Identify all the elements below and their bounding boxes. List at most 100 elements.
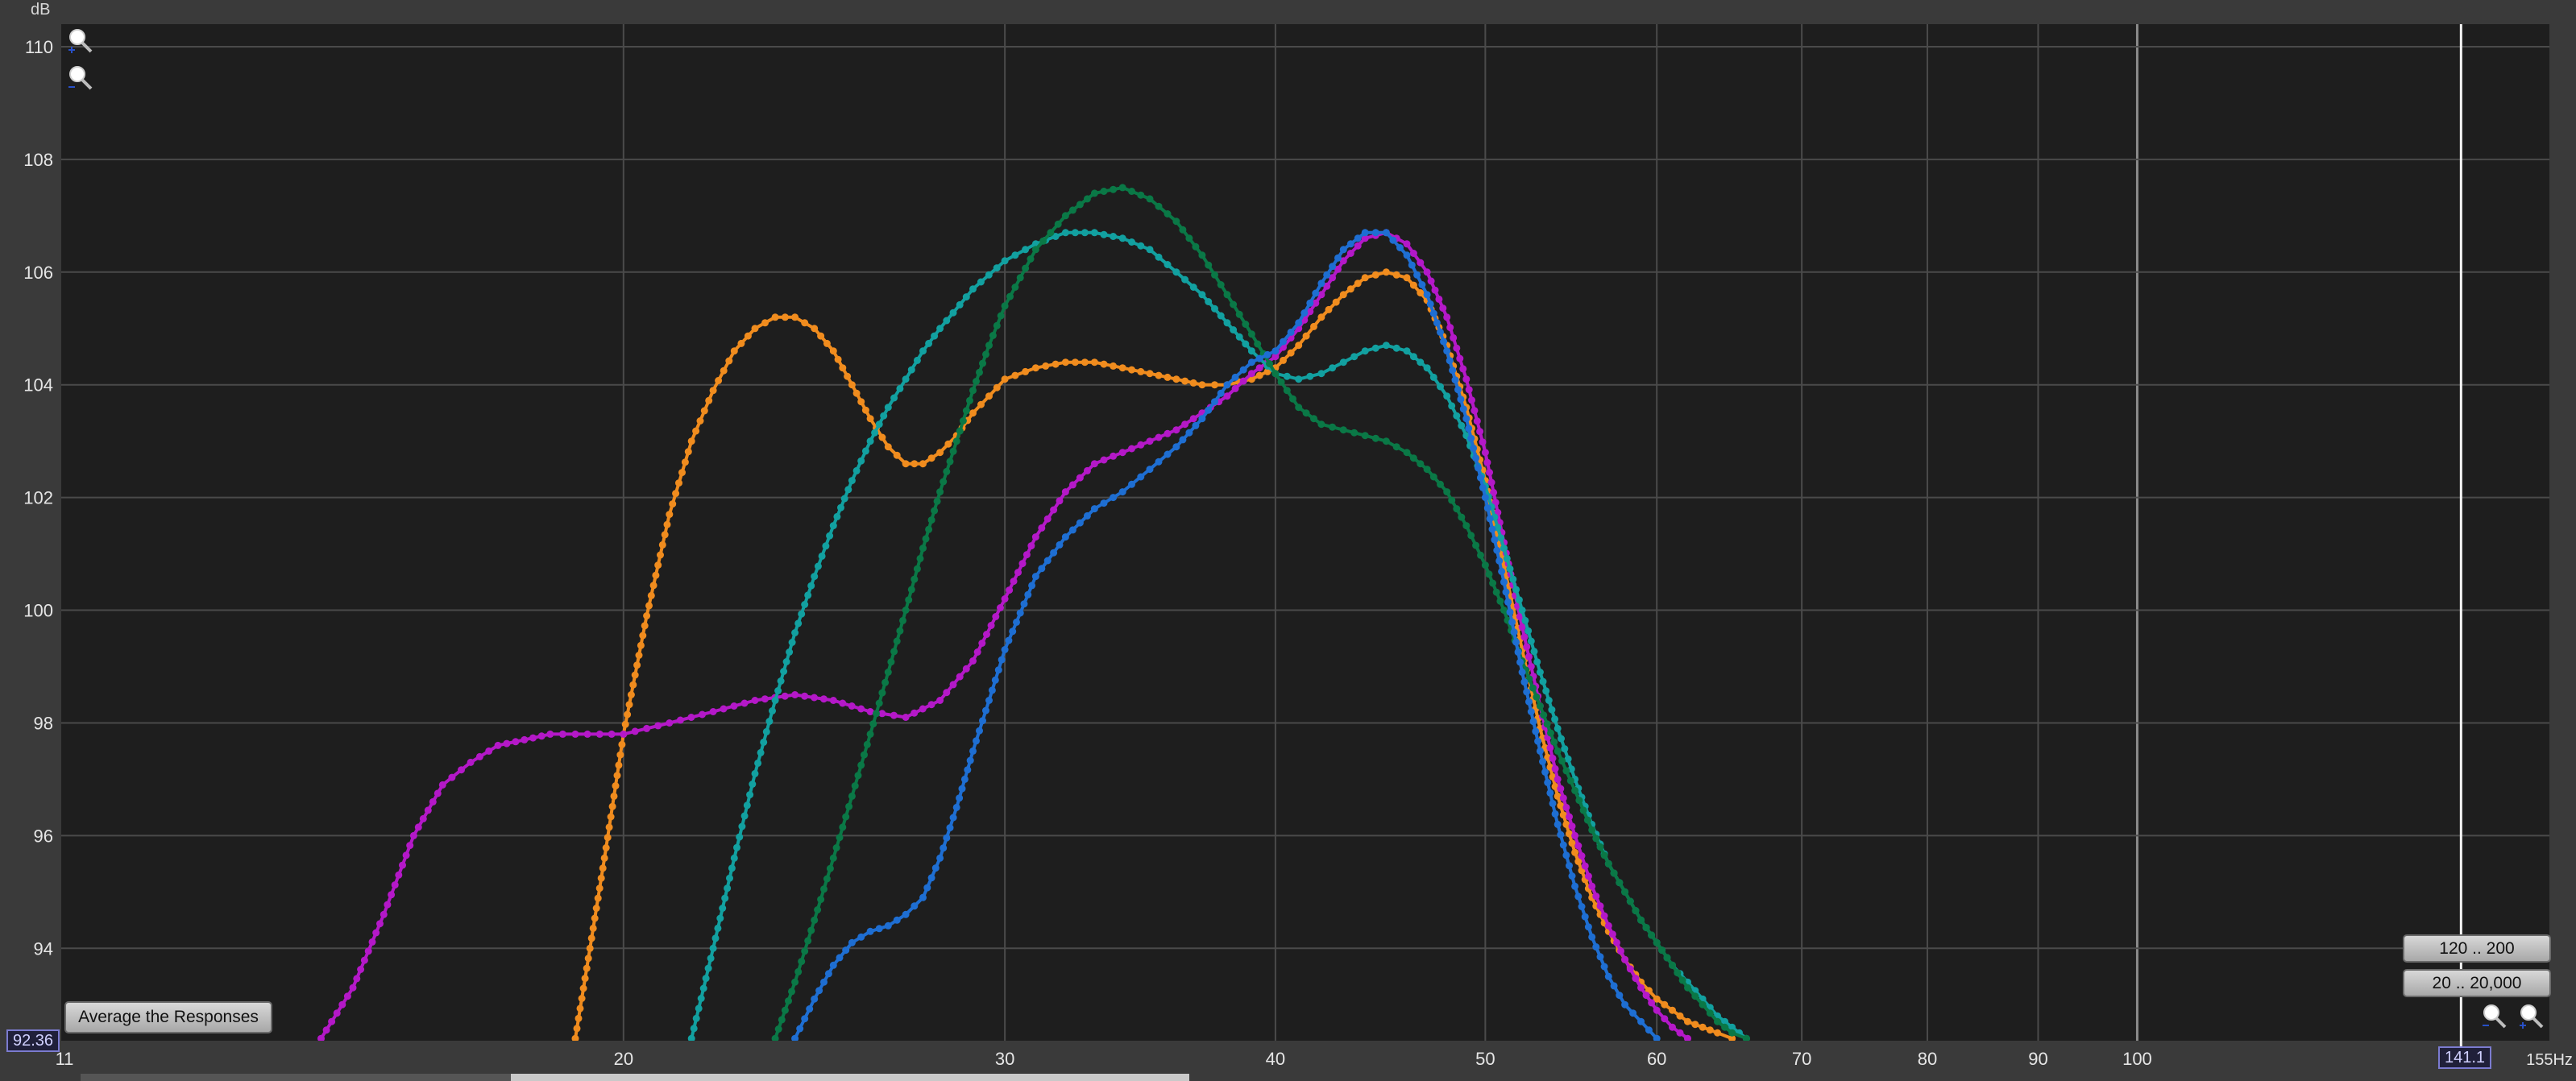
data-point bbox=[982, 350, 989, 358]
frequency-response-chart[interactable]: 11 20 30 40 50 60 70 80 90 100 155Hz94969810010210… bbox=[0, 0, 2576, 1081]
data-point bbox=[1090, 505, 1098, 513]
data-point bbox=[982, 706, 989, 714]
data-point bbox=[1604, 972, 1612, 980]
data-point bbox=[1706, 1009, 1714, 1017]
data-point bbox=[1470, 444, 1478, 452]
data-point bbox=[1418, 281, 1426, 288]
y-tick-label: 102 bbox=[23, 488, 53, 508]
data-point bbox=[1317, 280, 1325, 288]
data-point bbox=[1616, 992, 1624, 1000]
data-point bbox=[1001, 302, 1009, 310]
data-point bbox=[746, 791, 754, 799]
data-point bbox=[791, 691, 799, 698]
data-point bbox=[893, 916, 901, 924]
data-point bbox=[956, 673, 964, 681]
data-point bbox=[902, 910, 910, 918]
data-point bbox=[771, 313, 779, 321]
data-point bbox=[1500, 578, 1508, 586]
data-point bbox=[1043, 557, 1052, 565]
zoom-out-icon[interactable] bbox=[66, 64, 93, 92]
data-point bbox=[997, 312, 1005, 320]
horizontal-scrollbar-thumb[interactable] bbox=[511, 1074, 1189, 1081]
data-point bbox=[643, 612, 651, 619]
data-point bbox=[1481, 561, 1489, 569]
data-point bbox=[1574, 893, 1583, 901]
data-point bbox=[1583, 816, 1591, 824]
data-point bbox=[388, 891, 396, 899]
data-point bbox=[1626, 965, 1634, 973]
data-point bbox=[757, 748, 765, 756]
data-point bbox=[818, 552, 826, 560]
data-point bbox=[973, 648, 981, 656]
data-point bbox=[1155, 253, 1163, 261]
data-point bbox=[1571, 848, 1579, 856]
data-point bbox=[829, 854, 837, 862]
data-point bbox=[641, 622, 649, 630]
data-point bbox=[475, 752, 483, 760]
data-point bbox=[1568, 839, 1576, 847]
data-point bbox=[1300, 309, 1309, 317]
data-point bbox=[1653, 1006, 1661, 1014]
y-min-readout[interactable]: 92.36 bbox=[6, 1029, 60, 1052]
data-point bbox=[1506, 565, 1514, 573]
data-point bbox=[801, 319, 809, 327]
data-point bbox=[811, 916, 819, 924]
data-point bbox=[956, 300, 964, 309]
data-point bbox=[1561, 745, 1569, 753]
data-point bbox=[919, 460, 927, 468]
data-point bbox=[1223, 381, 1231, 389]
data-point bbox=[1128, 238, 1135, 246]
data-point bbox=[666, 511, 674, 519]
data-point bbox=[839, 364, 847, 372]
data-point bbox=[1467, 434, 1475, 442]
data-point bbox=[419, 814, 427, 822]
data-point bbox=[1061, 358, 1069, 367]
range-20-20000-button[interactable]: 20 .. 20,000 bbox=[2403, 969, 2551, 997]
data-point bbox=[985, 271, 993, 279]
x-max-readout[interactable]: 141.1 bbox=[2438, 1046, 2491, 1069]
data-point bbox=[801, 1015, 809, 1023]
data-point bbox=[740, 699, 749, 707]
data-point bbox=[1465, 386, 1473, 394]
data-point bbox=[861, 447, 869, 455]
data-point bbox=[1417, 259, 1425, 267]
data-point bbox=[1518, 669, 1526, 676]
data-point bbox=[1346, 240, 1354, 248]
zoom-in-x-icon[interactable] bbox=[2517, 1003, 2545, 1030]
data-point bbox=[861, 406, 869, 414]
zoom-out-x-icon[interactable] bbox=[2480, 1003, 2508, 1030]
data-point bbox=[852, 466, 861, 474]
data-point bbox=[922, 535, 930, 543]
data-point bbox=[583, 964, 591, 972]
zoom-in-icon[interactable] bbox=[66, 27, 93, 55]
data-point bbox=[1532, 727, 1540, 735]
data-point bbox=[1137, 191, 1145, 199]
data-point bbox=[911, 575, 919, 583]
data-point bbox=[1076, 519, 1084, 527]
data-point bbox=[1031, 573, 1039, 581]
data-point bbox=[1302, 332, 1310, 340]
data-point bbox=[1453, 412, 1461, 420]
data-point bbox=[1317, 370, 1325, 378]
data-point bbox=[1453, 344, 1461, 352]
data-point bbox=[604, 834, 612, 842]
data-point bbox=[985, 697, 993, 704]
data-point bbox=[919, 705, 927, 713]
data-point bbox=[333, 1009, 341, 1017]
data-point bbox=[1389, 236, 1397, 244]
data-point bbox=[1247, 358, 1255, 367]
data-point bbox=[1361, 347, 1369, 355]
data-point bbox=[781, 313, 789, 321]
data-point bbox=[1239, 366, 1247, 374]
data-point bbox=[774, 687, 782, 694]
data-point bbox=[1332, 298, 1340, 306]
data-point bbox=[368, 938, 376, 946]
range-120-200-button[interactable]: 120 .. 200 bbox=[2403, 934, 2551, 963]
data-point bbox=[1403, 251, 1411, 259]
data-point bbox=[1263, 350, 1271, 358]
data-point bbox=[1473, 417, 1481, 425]
average-responses-button[interactable]: Average the Responses bbox=[64, 1001, 272, 1033]
data-point bbox=[1068, 526, 1076, 534]
data-point bbox=[788, 639, 796, 646]
data-point bbox=[1539, 677, 1547, 685]
